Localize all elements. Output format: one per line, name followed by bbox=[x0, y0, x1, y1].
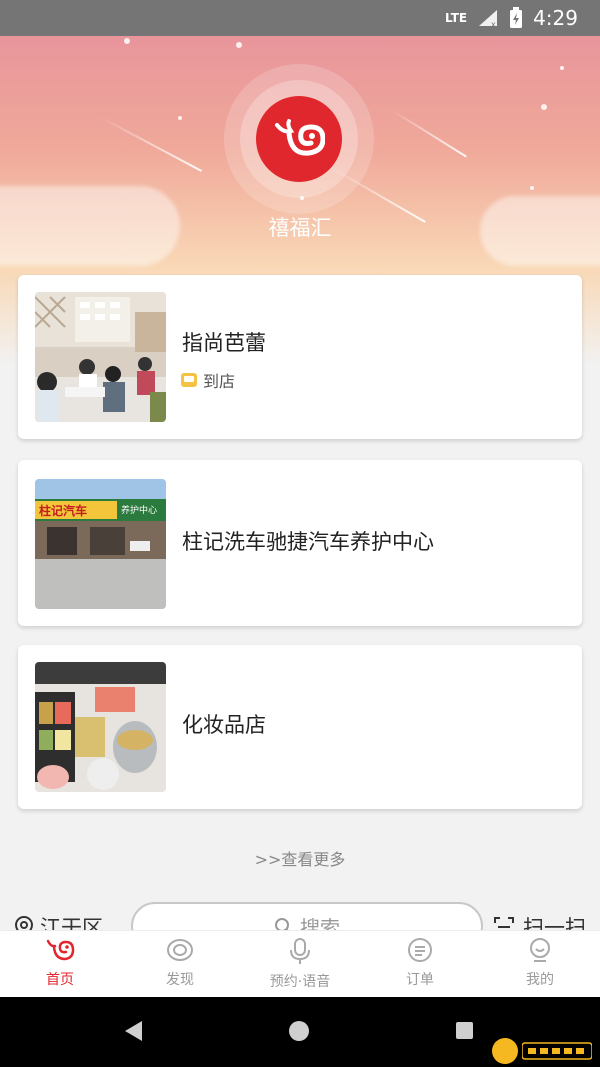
scan-button[interactable]: 扫一扫 bbox=[493, 912, 586, 930]
service-tag: 到店 bbox=[181, 368, 235, 392]
home-whale-icon bbox=[46, 939, 75, 961]
store-name: 指尚芭蕾 bbox=[182, 331, 266, 355]
view-more-link[interactable]: >>查看更多 bbox=[0, 846, 600, 870]
eye-icon bbox=[167, 939, 193, 961]
scan-label: 扫一扫 bbox=[523, 916, 586, 930]
scan-icon bbox=[494, 917, 514, 928]
tab-booking-voice-label: 预约·语音 bbox=[269, 974, 331, 990]
search-icon bbox=[275, 918, 289, 930]
star-decoration bbox=[530, 186, 534, 190]
tab-orders-label: 订单 bbox=[406, 972, 434, 988]
order-list-icon bbox=[408, 938, 432, 962]
star-decoration bbox=[541, 104, 547, 110]
location-selector[interactable]: 江干区 bbox=[14, 912, 103, 930]
location-label: 江干区 bbox=[40, 916, 103, 930]
app-name: 禧福汇 bbox=[268, 216, 332, 240]
battery-icon bbox=[510, 7, 523, 28]
svg-text:x: x bbox=[491, 20, 496, 28]
tab-home-label: 首页 bbox=[46, 972, 74, 988]
profile-icon bbox=[530, 938, 550, 962]
whale-logo-icon bbox=[275, 119, 325, 156]
location-pin-icon bbox=[14, 916, 34, 930]
svg-text:柱记汽车: 柱记汽车 bbox=[39, 503, 87, 518]
store-photo-salon bbox=[35, 292, 166, 422]
tab-orders[interactable]: 订单 bbox=[360, 931, 480, 998]
store-card[interactable]: 柱记汽车 养护中心 柱记洗车驰捷汽车养护中心 bbox=[18, 460, 582, 626]
tab-booking-voice[interactable]: 预约·语音 bbox=[240, 931, 360, 998]
microphone-icon bbox=[290, 938, 310, 964]
star-decoration bbox=[178, 116, 182, 120]
tab-profile[interactable]: 我的 bbox=[480, 931, 600, 998]
store-photo-cosmetics bbox=[35, 662, 166, 792]
tab-home[interactable]: 首页 bbox=[0, 931, 120, 998]
store-card[interactable]: 指尚芭蕾 到店 bbox=[18, 275, 582, 439]
store-name: 柱记洗车驰捷汽车养护中心 bbox=[182, 530, 434, 554]
tab-discover[interactable]: 发现 bbox=[120, 931, 240, 998]
watermark-wordmark bbox=[522, 1042, 592, 1060]
shop-tag-icon bbox=[181, 373, 197, 387]
search-input[interactable]: 搜索 bbox=[131, 902, 483, 930]
star-decoration bbox=[124, 38, 130, 44]
status-bar: LTE x 4:29 bbox=[0, 0, 600, 36]
network-label: LTE bbox=[445, 11, 468, 25]
store-name: 化妆品店 bbox=[182, 713, 266, 737]
signal-icon: x bbox=[479, 10, 498, 28]
meteor-decoration bbox=[99, 116, 203, 172]
app-logo bbox=[256, 96, 342, 182]
bottom-tab-bar: 首页 发现 预约·语音 订单 我的 bbox=[0, 930, 600, 998]
watermark-logo bbox=[492, 1038, 592, 1064]
search-bar: 江干区 搜索 扫一扫 bbox=[0, 900, 600, 930]
star-decoration bbox=[236, 42, 242, 48]
watermark-icon bbox=[492, 1038, 518, 1064]
tab-discover-label: 发现 bbox=[166, 972, 194, 988]
svg-text:养护中心: 养护中心 bbox=[121, 504, 157, 516]
store-photo-carwash: 柱记汽车 养护中心 bbox=[35, 479, 166, 609]
back-icon[interactable] bbox=[125, 1021, 142, 1041]
meteor-decoration bbox=[389, 108, 467, 158]
service-tag-label: 到店 bbox=[203, 372, 236, 391]
store-card[interactable]: 化妆品店 bbox=[18, 645, 582, 809]
star-decoration bbox=[560, 66, 564, 70]
home-circle-icon[interactable] bbox=[289, 1021, 309, 1041]
search-placeholder: 搜索 bbox=[300, 915, 340, 931]
recents-square-icon[interactable] bbox=[456, 1022, 473, 1039]
tab-profile-label: 我的 bbox=[526, 972, 554, 988]
clock: 4:29 bbox=[533, 6, 578, 30]
